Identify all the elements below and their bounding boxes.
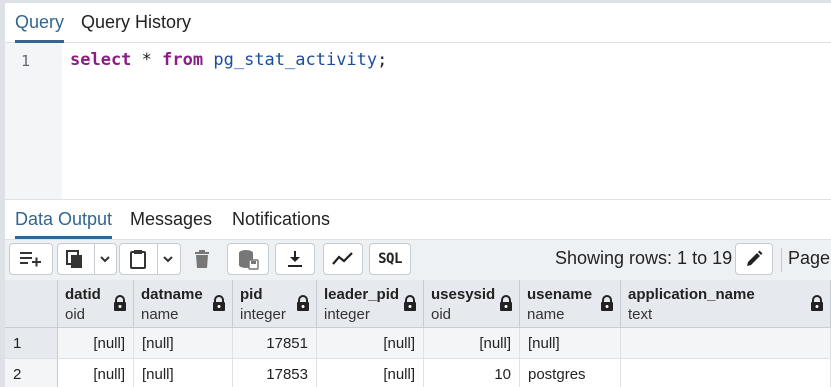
cell-pid[interactable]: 17851 [233,328,317,359]
column-name: datname [141,286,203,303]
tab-query[interactable]: Query [15,10,65,43]
sql-button[interactable]: SQL [369,243,411,275]
output-tabbar: Data Output Messages Notifications [5,199,831,239]
column-name: datid [65,286,101,303]
divider [781,248,782,272]
column-name: application_name [628,286,755,303]
sql-code-line[interactable]: select * from pg_stat_activity; [70,50,387,70]
copy-icon [65,250,82,268]
grid-corner[interactable] [5,280,58,328]
column-name: leader_pid [324,286,400,303]
cell-datid[interactable]: [null] [58,328,134,359]
trash-icon [195,250,209,268]
paste-button[interactable] [119,243,181,275]
database-save-icon [239,250,259,270]
column-name: usesysid [431,286,496,303]
showing-rows-text: Showing rows: 1 to 19 [555,248,733,268]
lock-icon [811,295,823,311]
lock-icon [114,295,126,311]
lock-icon [601,295,613,311]
sql-editor[interactable]: 1 select * from pg_stat_activity; [5,43,831,199]
tab-data-output[interactable]: Data Output [15,208,113,239]
sql-star: * [141,50,152,70]
cell-usename[interactable]: [null] [520,328,621,359]
editor-gutter: 1 [5,43,62,199]
column-type: oid [431,306,452,323]
delete-button[interactable] [185,243,219,275]
column-header[interactable]: usesysid oid [424,280,520,328]
lock-icon [297,295,309,311]
cell-usename[interactable]: postgres [520,359,621,387]
cell-application-name[interactable] [621,328,831,359]
column-type: oid [65,306,86,323]
column-header[interactable]: pid integer [233,280,317,328]
lock-icon [213,295,225,311]
sql-semicolon: ; [377,50,388,70]
copy-button[interactable] [57,243,117,275]
sql-keyword-select: select [70,50,132,70]
tab-query-history[interactable]: Query History [81,10,191,43]
column-name: pid [240,286,263,303]
page-label: Page [788,248,831,268]
graph-button[interactable] [323,243,363,275]
sql-table-name: pg_stat_activity [213,50,378,70]
clipboard-icon [129,250,146,269]
cell-usesysid[interactable]: [null] [424,328,520,359]
tab-messages[interactable]: Messages [130,208,212,239]
column-type: integer [240,306,286,323]
sql-keyword-from: from [162,50,204,70]
column-type: text [628,306,653,323]
tab-notifications[interactable]: Notifications [232,208,330,239]
lock-icon [500,295,512,311]
column-header[interactable]: application_name text [621,280,831,328]
line-chart-icon [332,252,353,265]
column-header[interactable]: datname name [134,280,233,328]
chevron-down-icon [162,256,173,263]
row-number[interactable]: 2 [5,359,58,387]
lock-icon [404,295,416,311]
column-header[interactable]: leader_pid integer [317,280,424,328]
query-tabbar: Query Query History [5,0,831,43]
line-number: 1 [21,52,31,70]
column-type: integer [324,306,370,323]
add-row-button[interactable] [9,243,53,275]
results-toolbar: SQL Showing rows: 1 to 19 Page [5,239,831,280]
cell-leader-pid[interactable]: [null] [317,359,424,387]
download-button[interactable] [275,243,315,275]
column-type: name [141,306,179,323]
cell-application-name[interactable] [621,359,831,387]
cell-datname[interactable]: [null] [134,359,233,387]
table-row[interactable]: 2 [null] [null] 17853 [null] 10 postgres [5,359,831,387]
table-row[interactable]: 1 [null] [null] 17851 [null] [null] [nul… [5,328,831,359]
pencil-icon [747,250,763,266]
row-number[interactable]: 1 [5,328,58,359]
cell-datname[interactable]: [null] [134,328,233,359]
edit-rows-button[interactable] [735,243,773,275]
sql-button-label: SQL [378,251,402,267]
cell-usesysid[interactable]: 10 [424,359,520,387]
chevron-down-icon [99,256,110,263]
column-name: usename [527,286,593,303]
column-header[interactable]: datid oid [58,280,134,328]
save-data-button[interactable] [227,243,269,275]
column-header[interactable]: usename name [520,280,621,328]
download-icon [288,251,302,267]
cell-leader-pid[interactable]: [null] [317,328,424,359]
add-row-icon [20,252,41,267]
column-type: name [527,306,565,323]
cell-pid[interactable]: 17853 [233,359,317,387]
results-grid: datid oid datname name pid integer leade… [5,280,831,387]
cell-datid[interactable]: [null] [58,359,134,387]
